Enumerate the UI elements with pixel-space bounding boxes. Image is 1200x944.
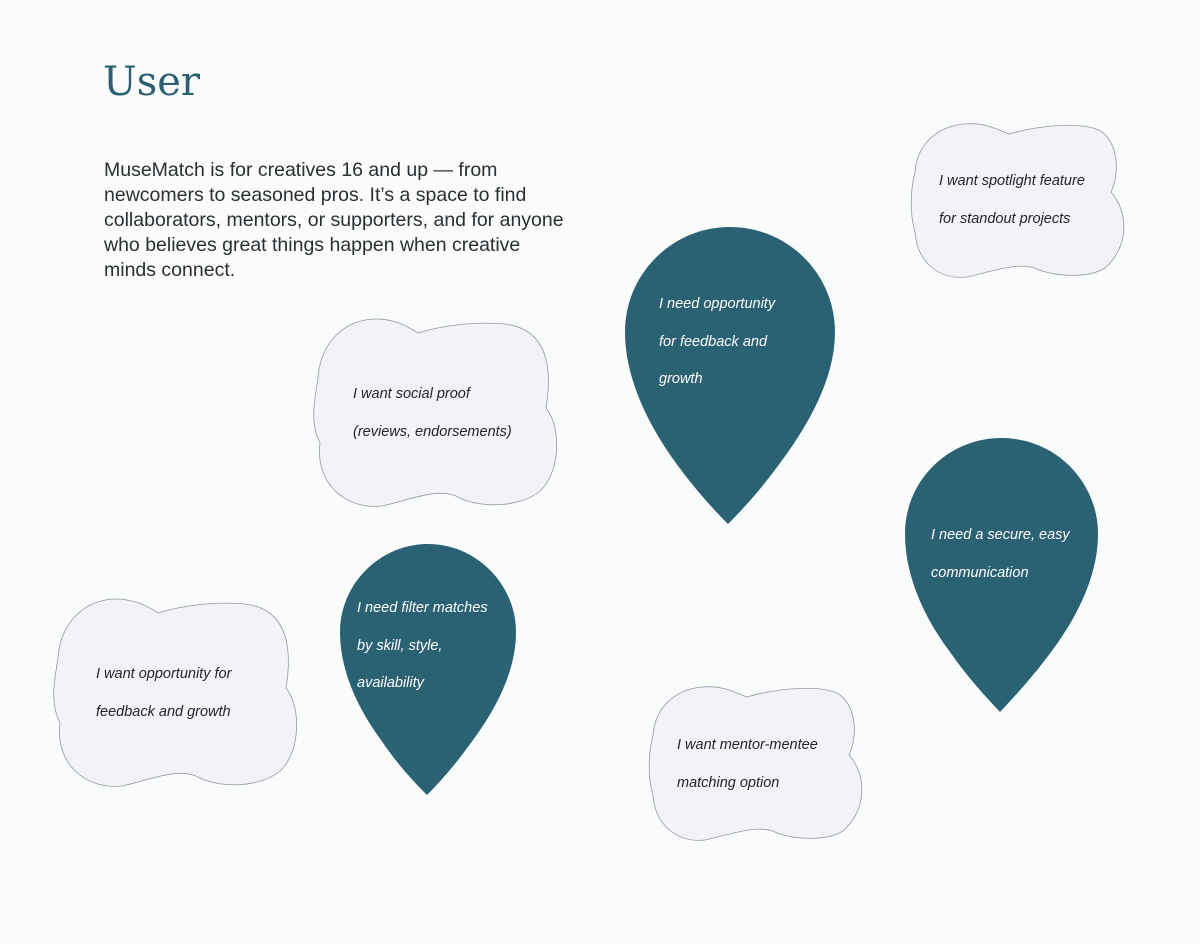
filter-matches-note-text: I need filter matches by skill, style, a…: [357, 600, 488, 691]
mentor-matching-note-text: I want mentor-mentee matching option: [677, 737, 818, 791]
feedback-need-note-text: I need opportunity for feedback and grow…: [659, 296, 776, 387]
spotlight-note-text: I want spotlight feature for standout pr…: [939, 173, 1085, 227]
intro-paragraph: MuseMatch is for creatives 16 and up — f…: [104, 159, 564, 281]
feedback-want-note-text: I want opportunity for feedback and grow…: [96, 666, 232, 720]
canvas: User MuseMatch is for creatives 16 and u…: [0, 0, 1200, 944]
page-title: User: [103, 59, 201, 105]
social-proof-note-text: I want social proof (reviews, endorsemen…: [353, 386, 512, 440]
secure-communication-note-text: I need a secure, easy communication: [931, 527, 1070, 581]
